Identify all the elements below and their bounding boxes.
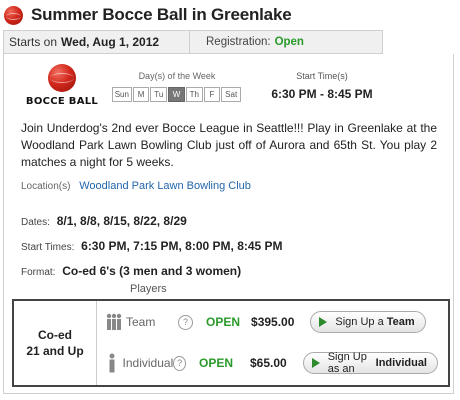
location-label: Location(s): [21, 181, 71, 192]
summary-bar: Starts on Wed, Aug 1, 2012 Registration:…: [3, 30, 383, 54]
sign-up-team-bold: Team: [386, 316, 415, 328]
location-link[interactable]: Woodland Park Lawn Bowling Club: [79, 180, 251, 192]
start-times-info: Start Times: 6:30 PM, 7:15 PM, 8:00 PM, …: [21, 239, 283, 253]
team-price: $395.00: [251, 315, 295, 329]
day-thu: Th: [185, 87, 203, 102]
event-description: Join Underdog's 2nd ever Bocce League in…: [21, 121, 437, 169]
division-line1: Co-ed: [38, 328, 72, 342]
bocce-ball-icon: [4, 5, 23, 25]
dates-value: 8/1, 8/8, 8/15, 8/22, 8/29: [56, 214, 187, 228]
sign-up-team-prefix: Sign Up a: [335, 316, 384, 328]
sign-up-individual-prefix: Sign Up as an: [327, 351, 367, 375]
registration-label: Registration:: [206, 36, 271, 48]
players-table: Co-ed 21 and Up Team ? OPEN $395.00 Sign…: [12, 299, 450, 387]
team-icon: [104, 311, 124, 333]
sign-up-team-button[interactable]: Sign Up a Team: [310, 311, 426, 333]
dates-label: Dates:: [21, 217, 50, 228]
help-icon[interactable]: ?: [173, 355, 186, 371]
individual-row: Individual ? OPEN $65.00 Sign Up as an I…: [98, 348, 438, 378]
start-time-label: Start Time(s): [296, 71, 348, 81]
days-of-week: Day(s) of the Week Sun M Tu W Th F Sat: [112, 71, 242, 102]
team-type-label: Team: [126, 315, 156, 329]
day-tue: Tu: [150, 87, 168, 102]
starts-on: Starts on Wed, Aug 1, 2012: [4, 31, 190, 53]
dates-info: Dates: 8/1, 8/8, 8/15, 8/22, 8/29: [21, 214, 187, 228]
individual-type-label: Individual: [122, 356, 174, 370]
division-line2: 21 and Up: [26, 344, 84, 358]
bocce-ball-icon: [48, 64, 76, 92]
players-heading: Players: [130, 283, 167, 295]
day-wed: W: [168, 87, 185, 102]
format-value: Co-ed 6's (3 men and 3 women): [62, 264, 242, 278]
start-times-value: 6:30 PM, 7:15 PM, 8:00 PM, 8:45 PM: [81, 239, 283, 253]
help-icon[interactable]: ?: [178, 314, 193, 330]
starts-date: Wed, Aug 1, 2012: [61, 35, 160, 49]
day-sun: Sun: [112, 87, 132, 102]
format-label: Format:: [21, 267, 56, 278]
play-arrow-icon: [319, 317, 328, 327]
registration-value: Open: [274, 36, 304, 48]
sign-up-individual-bold: Individual: [375, 357, 427, 369]
sport-logo: BOCCE BALL: [22, 64, 102, 107]
division-cell: Co-ed 21 and Up: [14, 301, 97, 385]
day-mon: M: [132, 87, 150, 102]
day-sat: Sat: [221, 87, 242, 102]
individual-price: $65.00: [250, 356, 287, 370]
event-details-panel: BOCCE BALL Day(s) of the Week Sun M Tu W…: [3, 54, 454, 394]
page-header: Summer Bocce Ball in Greenlake: [4, 2, 292, 28]
page-title: Summer Bocce Ball in Greenlake: [31, 5, 292, 24]
team-row: Team ? OPEN $395.00 Sign Up a Team: [98, 307, 438, 337]
days-label: Day(s) of the Week: [138, 71, 216, 81]
start-time-block: Start Time(s) 6:30 PM - 8:45 PM: [262, 71, 382, 101]
location: Location(s) Woodland Park Lawn Bowling C…: [21, 180, 251, 192]
days-row: Sun M Tu W Th F Sat: [112, 87, 242, 102]
registration-status: Registration: Open: [190, 36, 304, 48]
day-fri: F: [203, 87, 221, 102]
starts-label: Starts on: [9, 35, 58, 49]
team-status: OPEN: [206, 315, 241, 329]
start-time-value: 6:30 PM - 8:45 PM: [271, 87, 373, 101]
individual-icon: [104, 352, 121, 374]
sign-up-individual-button[interactable]: Sign Up as an Individual: [302, 351, 438, 375]
play-arrow-icon: [311, 358, 320, 368]
format-info: Format: Co-ed 6's (3 men and 3 women): [21, 264, 241, 278]
individual-status: OPEN: [198, 356, 233, 370]
logo-text: BOCCE BALL: [25, 96, 99, 107]
start-times-label: Start Times:: [21, 242, 75, 253]
